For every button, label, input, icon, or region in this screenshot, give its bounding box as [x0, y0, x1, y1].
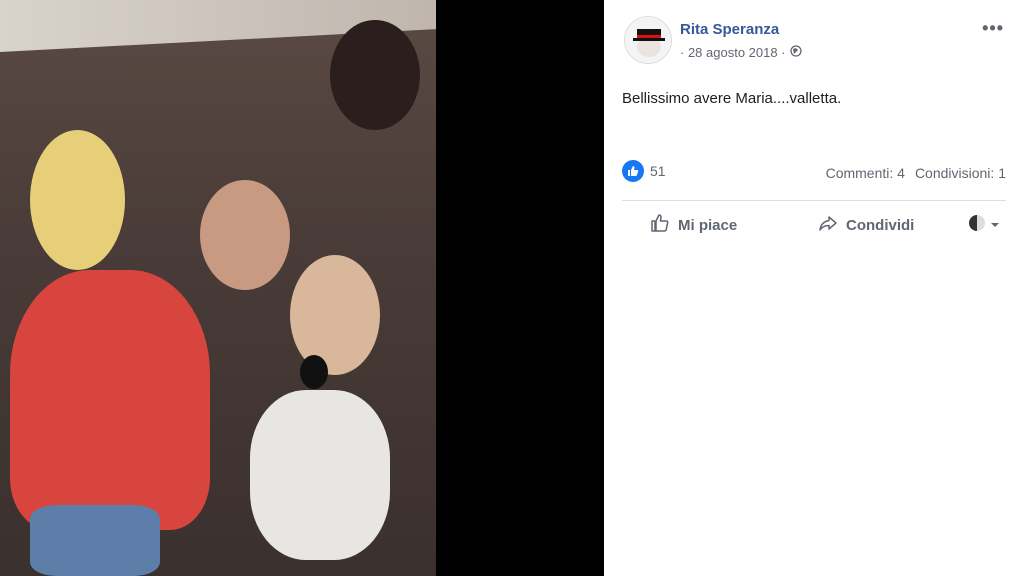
like-reaction-icon: [622, 160, 644, 182]
photo-figure: [10, 270, 210, 530]
comments-count[interactable]: Commenti: 4: [826, 165, 905, 181]
photo-figure: [300, 355, 328, 389]
share-button[interactable]: Condividi: [818, 213, 914, 237]
post-text: Bellissimo avere Maria....valletta.: [622, 90, 842, 107]
photo-figure: [250, 390, 390, 560]
shares-count[interactable]: Condivisioni: 1: [915, 165, 1006, 181]
chevron-down-icon: [990, 217, 1000, 234]
share-button-label: Condividi: [846, 216, 915, 234]
post-photo[interactable]: [0, 0, 436, 576]
action-divider: [622, 200, 1006, 201]
audience-selector[interactable]: [968, 214, 1000, 236]
photo-figure: [200, 180, 290, 290]
globe-icon: [789, 45, 802, 60]
photo-figure: [330, 20, 420, 130]
profile-avatar-icon: [968, 214, 986, 236]
thumbs-up-icon: [650, 213, 670, 237]
post-date[interactable]: · 28 agosto 2018 ·: [680, 45, 786, 60]
photo-viewer: [0, 0, 604, 576]
more-options-button[interactable]: •••: [982, 18, 1004, 39]
photo-figure: [30, 505, 160, 576]
author-avatar[interactable]: [624, 16, 672, 64]
like-count: 51: [650, 163, 666, 179]
author-name[interactable]: Rita Speranza: [680, 21, 779, 38]
like-button-label: Mi piace: [678, 216, 738, 234]
reactions-summary[interactable]: 51: [622, 160, 666, 182]
share-arrow-icon: [818, 213, 838, 237]
post-actions-bar: Mi piace Condividi: [622, 204, 1006, 246]
like-button[interactable]: Mi piace: [650, 213, 737, 237]
post-panel: Rita Speranza · 28 agosto 2018 · ••• Bel…: [604, 0, 1024, 576]
photo-figure: [290, 255, 380, 375]
photo-figure: [30, 130, 125, 270]
post-stats: Commenti: 4 Condivisioni: 1: [826, 165, 1006, 181]
post-meta: · 28 agosto 2018 ·: [680, 45, 802, 60]
